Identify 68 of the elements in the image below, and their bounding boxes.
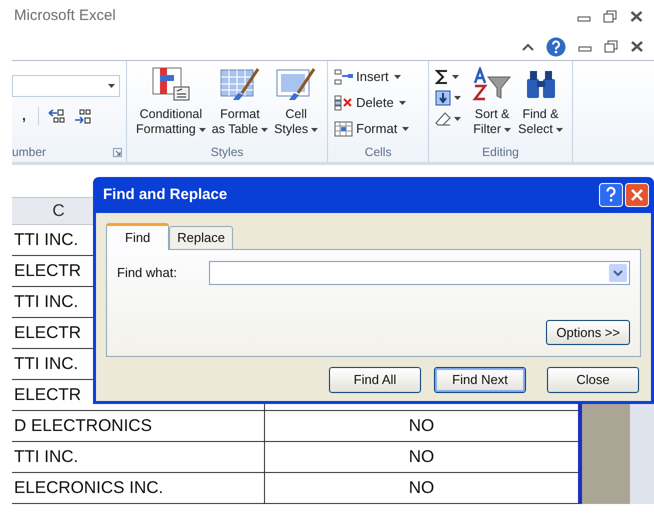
caret-icon: [198, 128, 206, 132]
ribbon-button[interactable]: Insert: [334, 67, 422, 87]
eraser-icon[interactable]: [435, 111, 452, 127]
caret-icon: [398, 101, 406, 105]
ribbon-button[interactable]: Cell Styles: [271, 67, 322, 137]
group-label: Styles: [210, 144, 244, 161]
comma-style-button[interactable]: ,: [18, 105, 30, 126]
help-icon[interactable]: [599, 183, 623, 207]
group-label: Editing: [482, 144, 519, 161]
restore-icon[interactable]: [603, 10, 617, 23]
sort-filter-icon: [472, 67, 512, 101]
group-label: umber: [12, 144, 46, 161]
caret-icon: [261, 128, 268, 132]
restore-icon[interactable]: [604, 40, 618, 53]
increase-decimal-icon[interactable]: [46, 108, 65, 124]
help-icon[interactable]: [546, 36, 566, 56]
fill-down-icon[interactable]: [435, 90, 452, 106]
caret-icon: [454, 96, 462, 100]
table-cell-text: NO: [408, 415, 434, 438]
table-cell-text: NO: [408, 446, 434, 468]
cell-brush-icon: [276, 67, 316, 101]
dialog-title: Find and Replace: [103, 184, 228, 205]
caret-icon: [452, 75, 460, 79]
table-cell-text: ELECTR: [14, 384, 82, 406]
close-icon[interactable]: [629, 10, 644, 23]
caret-icon: [454, 117, 462, 121]
decrease-decimal-icon[interactable]: [72, 108, 91, 124]
dialog-button[interactable]: Close: [547, 367, 639, 393]
dialog-tab[interactable]: Find: [106, 223, 170, 250]
table-cell-text: TTI INC.: [14, 353, 78, 376]
ribbon-button[interactable]: Format: [334, 119, 422, 139]
table-cell-text: TTI INC.: [14, 291, 78, 314]
close-icon[interactable]: [630, 40, 644, 53]
table-cell-text: NO: [408, 477, 434, 500]
caret-icon: [394, 75, 401, 79]
delete-rows-icon: [334, 95, 354, 111]
sigma-icon[interactable]: [435, 69, 450, 85]
window-title: Microsoft Excel: [13, 6, 116, 26]
ribbon-button[interactable]: Delete: [334, 93, 422, 113]
dialog-button[interactable]: Find Next: [434, 367, 526, 393]
insert-rows-icon: [334, 69, 354, 85]
column-header[interactable]: C: [52, 198, 65, 224]
field-label: Find what:: [117, 264, 178, 282]
ribbon-button[interactable]: Find & Select: [515, 67, 566, 137]
ribbon-button[interactable]: Conditional Formatting: [133, 67, 209, 137]
group-label: Cells: [364, 144, 392, 161]
table-brush-icon: [220, 67, 260, 101]
collapse-ribbon-icon[interactable]: [522, 42, 534, 50]
format-cells-icon: [334, 121, 354, 137]
table-cell-text: TTI INC.: [14, 229, 78, 252]
ribbon-button[interactable]: Sort & Filter: [469, 67, 516, 137]
caret-icon: [504, 128, 512, 132]
find-what-field[interactable]: [209, 261, 630, 285]
table-cell-text: ELECRONICS INC.: [14, 477, 164, 500]
table-cell-text: D ELECTRONICS: [14, 415, 152, 438]
dialog-button[interactable]: Find All: [329, 367, 421, 393]
caret-icon: [556, 128, 563, 132]
caret-icon: [402, 127, 410, 131]
dialog-tab[interactable]: Replace: [169, 226, 233, 249]
ribbon-button[interactable]: Format as Table: [208, 67, 272, 137]
table-cell-text: TTI INC.: [14, 446, 78, 468]
options-button[interactable]: Options >>: [546, 320, 630, 345]
caret-icon: [311, 128, 318, 132]
table-cell-text: ELECTR: [14, 322, 82, 344]
dialog-launcher-icon[interactable]: [113, 148, 122, 156]
caret-icon: [108, 84, 115, 88]
conditional-formatting-icon: [152, 67, 190, 101]
table-cell-text: ELECTR: [14, 260, 82, 282]
